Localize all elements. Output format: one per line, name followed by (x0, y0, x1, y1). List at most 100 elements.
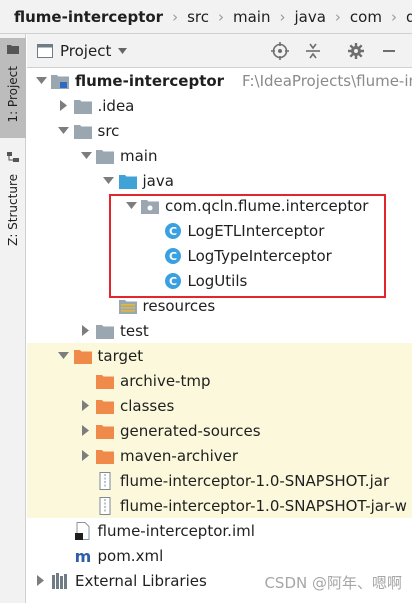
breadcrumb-label: src (187, 7, 209, 26)
chevron-down-icon[interactable] (103, 175, 115, 187)
tree-item-label: archive-tmp (120, 371, 211, 390)
iml-file-icon (74, 521, 92, 540)
svg-text:C: C (168, 225, 176, 238)
svg-text:C: C (168, 275, 176, 288)
class-icon: C (164, 247, 182, 265)
gear-icon (348, 43, 364, 59)
tab-project[interactable]: 1: Project (0, 38, 26, 138)
locate-file-button[interactable] (270, 41, 290, 61)
maven-icon: m (74, 547, 92, 565)
tree-item-label: maven-archiver (120, 446, 239, 465)
chevron-right-icon[interactable] (80, 400, 92, 412)
tree-item-resources[interactable]: resources (27, 293, 412, 318)
tree-item-com-qcln-flume-interceptor[interactable]: com.qcln.flume.interceptor (27, 193, 412, 218)
project-panel-header: Project (27, 34, 412, 68)
excluded-folder-icon (73, 347, 92, 365)
project-view-label: Project (60, 41, 112, 60)
folder-icon (73, 97, 92, 115)
hide-panel-button[interactable] (379, 41, 399, 61)
breadcrumb-label: qcln (406, 8, 412, 26)
package-icon (141, 197, 159, 215)
chevron-down-icon[interactable] (125, 200, 137, 212)
chevron-right-icon[interactable] (80, 450, 92, 462)
tree-item-flume-interceptor[interactable]: flume-interceptor F:\IdeaProjects\flume-i… (27, 68, 412, 93)
tree-item-label: LogETLInterceptor (187, 221, 325, 240)
tree-item-target[interactable]: target (27, 343, 412, 368)
class-icon: C (164, 272, 182, 290)
tree-item-label: flume-interceptor-1.0-SNAPSHOT-jar-w (120, 496, 407, 515)
crosshair-icon (271, 42, 289, 60)
tree-item-src[interactable]: src (27, 118, 412, 143)
tree-item-flume-interceptor-1-0-snapshot-jar-w[interactable]: flume-interceptor-1.0-SNAPSHOT-jar-w (27, 493, 412, 518)
tree-item-label: test (120, 321, 149, 340)
tree-item-archive-tmp[interactable]: archive-tmp (27, 368, 412, 393)
tree-item-classes[interactable]: classes (27, 393, 412, 418)
tree-item-label: generated-sources (120, 421, 261, 440)
chevron-right-icon[interactable] (58, 100, 70, 112)
project-folder-icon (37, 43, 53, 58)
chevron-right-icon: › (217, 7, 224, 26)
tree-item-label: LogTypeInterceptor (187, 246, 332, 265)
tree-item-logutils[interactable]: C LogUtils (27, 268, 412, 293)
breadcrumb-label: java (294, 7, 326, 26)
folder-icon (96, 147, 114, 165)
excluded-folder-icon (96, 372, 114, 390)
breadcrumb-item[interactable]: java › (294, 8, 349, 26)
tree-item-logetlinterceptor[interactable]: C LogETLInterceptor (27, 218, 412, 243)
tree-item-flume-interceptor-iml[interactable]: flume-interceptor.iml (27, 518, 412, 543)
tree-item-label: flume-interceptor-1.0-SNAPSHOT.jar (120, 471, 390, 490)
module-folder-icon (51, 72, 69, 90)
excluded-folder-icon (96, 397, 114, 415)
tree-item-test[interactable]: test (27, 318, 412, 343)
chevron-down-icon[interactable] (35, 75, 47, 87)
project-view-selector[interactable]: Project (37, 41, 128, 60)
breadcrumb-label: main (232, 7, 271, 26)
minimize-icon (383, 50, 395, 52)
chevron-right-icon[interactable] (80, 425, 92, 437)
tree-item-pom-xml[interactable]: m pom.xml (27, 543, 412, 568)
excluded-folder-icon (96, 422, 114, 440)
settings-button[interactable] (346, 41, 366, 61)
tab-project-label: 1: Project (6, 66, 20, 123)
chevron-down-icon (118, 47, 128, 54)
svg-text:C: C (168, 250, 176, 263)
chevron-right-icon: › (279, 7, 286, 26)
chevron-right-icon[interactable] (35, 575, 47, 587)
breadcrumb-item[interactable]: main › (233, 8, 294, 26)
chevron-down-icon[interactable] (58, 125, 70, 137)
breadcrumb: flume-interceptor › src › main › java › com › qcln (0, 0, 412, 34)
tree-item-java[interactable]: java (27, 168, 412, 193)
class-icon: C (164, 222, 182, 240)
jar-icon (96, 496, 114, 515)
tree-item-flume-interceptor-1-0-snapshot-jar[interactable]: flume-interceptor-1.0-SNAPSHOT.jar (27, 468, 412, 493)
tree-item-label: resources (142, 296, 216, 315)
breadcrumb-item[interactable]: com › (350, 8, 406, 26)
collapse-all-button[interactable] (303, 41, 323, 61)
chevron-down-icon[interactable] (80, 150, 92, 162)
libraries-icon (51, 572, 69, 590)
tree-item-generated-sources[interactable]: generated-sources (27, 418, 412, 443)
tree-item-label: java (142, 171, 174, 190)
breadcrumb-item[interactable]: qcln (406, 8, 412, 26)
source-folder-icon (118, 172, 137, 190)
tree-item-main[interactable]: main (27, 143, 412, 168)
collapse-icon (306, 43, 320, 59)
tree-item-label: pom.xml (97, 546, 164, 565)
tree-item-maven-archiver[interactable]: maven-archiver (27, 443, 412, 468)
chevron-down-icon[interactable] (58, 350, 70, 362)
chevron-right-icon[interactable] (80, 325, 92, 337)
tree-item-logtypeinterceptor[interactable]: C LogTypeInterceptor (27, 243, 412, 268)
svg-text:m: m (74, 547, 91, 565)
breadcrumb-item[interactable]: src › (187, 8, 233, 26)
folder-icon (7, 45, 19, 54)
tree-item-idea[interactable]: .idea (27, 93, 412, 118)
structure-icon (7, 152, 19, 162)
resources-folder-icon (118, 297, 137, 315)
breadcrumb-item[interactable]: flume-interceptor › (14, 8, 187, 26)
tab-structure-label: Z: Structure (6, 174, 20, 246)
tab-structure[interactable]: Z: Structure (0, 146, 26, 256)
chevron-right-icon: › (390, 7, 397, 26)
tree-item-label: src (97, 121, 120, 140)
tree-item-label: target (97, 346, 144, 365)
breadcrumb-label: com (349, 7, 382, 26)
